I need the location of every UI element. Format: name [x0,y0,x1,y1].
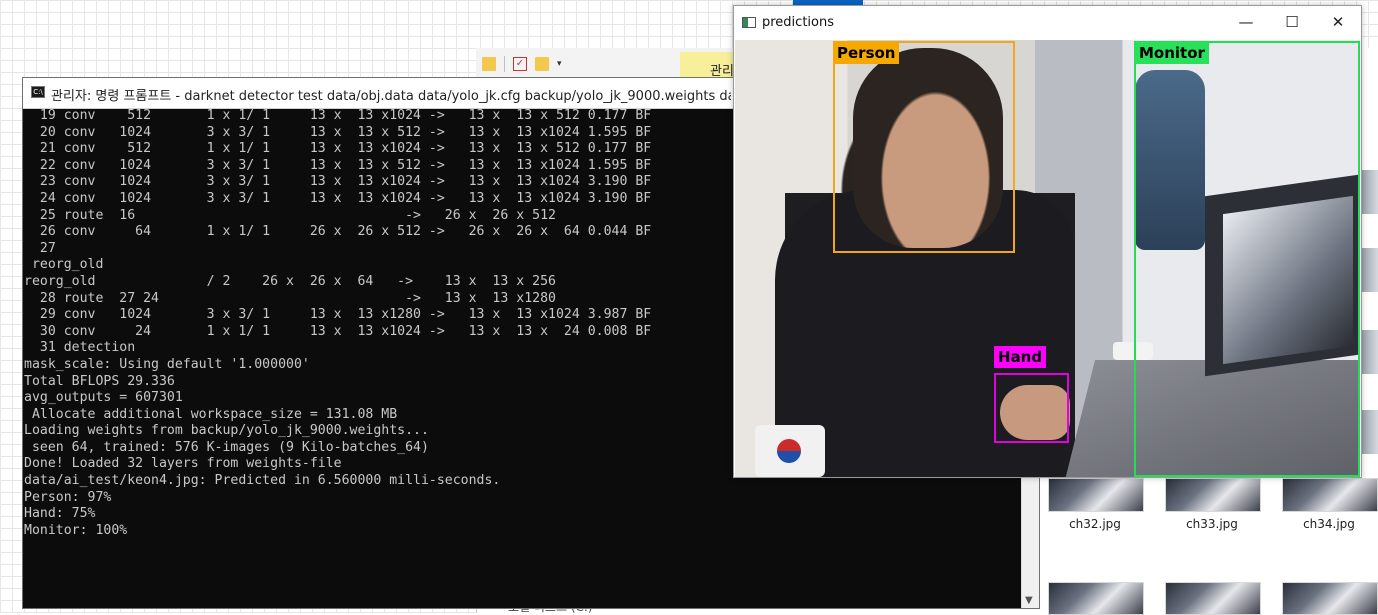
detection-box-hand [994,373,1069,443]
folder-icon[interactable] [482,56,496,71]
detection-box-person [833,41,1015,253]
maximize-button[interactable]: ☐ [1269,6,1315,40]
predictions-window-title: predictions [762,15,834,30]
new-folder-icon[interactable] [535,56,549,71]
thumbnail-image[interactable] [1282,582,1378,615]
thumbnail-image[interactable] [1048,478,1144,512]
thumbnail-image[interactable] [1362,410,1378,454]
thumbnail-label[interactable]: ch34.jpg [1274,517,1378,531]
toolbar-divider [504,55,505,72]
thumbnail-image[interactable] [1048,582,1144,615]
thumbnail-image[interactable] [1165,582,1261,615]
properties-check-icon[interactable]: ✓ [513,56,527,71]
cmd-output-line: Hand: 75% [24,506,96,522]
minimize-button[interactable]: — [1223,6,1269,40]
thumbnail-image[interactable] [1165,478,1261,512]
detection-box-monitor [1134,41,1360,477]
detection-label-person: Person [833,42,900,64]
thumbnail-image[interactable] [1362,248,1378,292]
customize-toolbar-dropdown-icon[interactable]: ▾ [557,59,562,69]
scroll-down-arrow-icon[interactable]: ▼ [1025,595,1033,606]
detection-label-hand: Hand [994,346,1047,368]
predictions-app-icon [742,17,756,28]
thumbnail-image[interactable] [1362,330,1378,374]
cmd-output-line: Monitor: 100% [24,522,128,538]
thumbnail-image[interactable] [1282,478,1378,512]
cmd-app-icon: C:\ [31,86,45,98]
thumbnail-image[interactable] [1362,170,1378,214]
thumbnail-label[interactable]: ch33.jpg [1157,517,1267,531]
detection-label-monitor: Monitor [1135,42,1209,64]
flag-patch [755,425,825,477]
explorer-manage-tab[interactable]: 관리 [680,52,736,80]
prediction-image: Person Monitor Hand [735,40,1360,477]
cmd-output-line: Person: 97% [24,489,112,505]
predictions-window[interactable]: predictions — ☐ ✕ Person Monitor Hand [733,5,1362,478]
close-button[interactable]: ✕ [1315,6,1361,40]
cmd-window-title: 관리자: 명령 프롬프트 - darknet detector test dat… [51,89,731,104]
predictions-titlebar[interactable]: predictions — ☐ ✕ [734,6,1361,40]
thumbnail-label[interactable]: ch32.jpg [1040,517,1150,531]
